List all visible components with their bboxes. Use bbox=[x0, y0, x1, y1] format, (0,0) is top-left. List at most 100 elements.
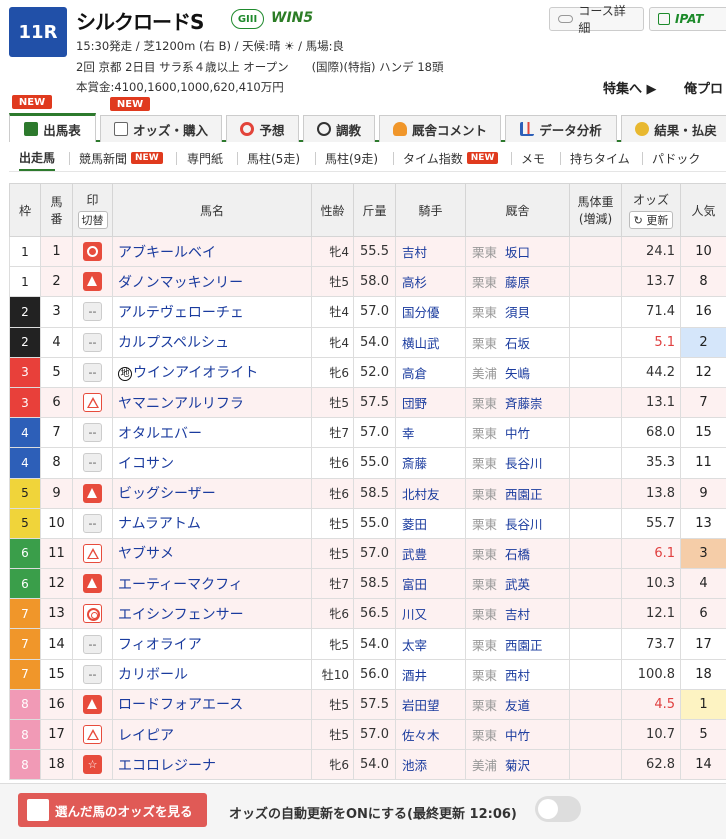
mark-cell[interactable] bbox=[72, 537, 113, 570]
horse-name-link[interactable]: オタルエバー bbox=[112, 417, 312, 449]
trainer-name[interactable]: 長谷川 bbox=[505, 456, 543, 471]
prediction-mark-icon[interactable] bbox=[83, 393, 102, 413]
horse-name-link[interactable]: ビッグシーザー bbox=[112, 477, 312, 509]
tab-data-bunseki[interactable]: データ分析 bbox=[505, 115, 617, 142]
mark-cell[interactable]: -- bbox=[72, 417, 113, 449]
mark-cell[interactable] bbox=[72, 688, 113, 721]
odds-cell[interactable]: 71.4 bbox=[621, 296, 681, 328]
odds-cell[interactable]: 10.3 bbox=[621, 568, 681, 600]
prediction-mark-icon[interactable] bbox=[83, 272, 102, 292]
prediction-mark-icon[interactable] bbox=[83, 694, 102, 714]
mark-cell[interactable] bbox=[72, 598, 113, 630]
trainer-cell[interactable]: 栗東 石坂 bbox=[465, 326, 570, 358]
subnav-bachu9[interactable]: 馬柱(9走) bbox=[325, 145, 378, 171]
tab-shutsuba[interactable]: 出馬表 bbox=[9, 113, 96, 142]
prediction-mark-icon[interactable]: -- bbox=[83, 423, 102, 443]
subnav-mochi-time[interactable]: 持ちタイム bbox=[570, 145, 630, 171]
prediction-mark-icon[interactable]: -- bbox=[83, 302, 102, 322]
jockey-link[interactable]: 高杉 bbox=[395, 266, 466, 298]
selected-odds-button[interactable]: 選んだ馬のオッズを見る bbox=[18, 793, 207, 827]
odds-cell[interactable]: 12.1 bbox=[621, 598, 681, 630]
odds-cell[interactable]: 100.8 bbox=[621, 658, 681, 690]
horse-name-link[interactable]: アルテヴェローチェ bbox=[112, 296, 312, 328]
tab-odds[interactable]: オッズ・購入 bbox=[100, 115, 222, 142]
trainer-name[interactable]: 武英 bbox=[505, 577, 530, 592]
trainer-cell[interactable]: 栗東 中竹 bbox=[465, 718, 570, 751]
prediction-mark-icon[interactable] bbox=[83, 483, 102, 503]
trainer-name[interactable]: 長谷川 bbox=[505, 517, 543, 532]
horse-name-link[interactable]: エーティーマクフィ bbox=[112, 568, 312, 600]
trainer-name[interactable]: 須貝 bbox=[505, 305, 530, 320]
tokushu-link[interactable]: 特集へ ▶ bbox=[603, 78, 657, 97]
mark-cell[interactable]: -- bbox=[72, 507, 113, 539]
jockey-link[interactable]: 北村友 bbox=[395, 477, 466, 509]
trainer-cell[interactable]: 栗東 西園正 bbox=[465, 628, 570, 660]
trainer-name[interactable]: 友道 bbox=[505, 698, 530, 713]
trainer-cell[interactable]: 栗東 長谷川 bbox=[465, 447, 570, 479]
odds-cell[interactable]: 5.1 bbox=[621, 326, 681, 358]
jockey-link[interactable]: 吉村 bbox=[395, 235, 466, 268]
jockey-link[interactable]: 斎藤 bbox=[395, 447, 466, 479]
prediction-mark-icon[interactable]: -- bbox=[83, 453, 102, 473]
trainer-cell[interactable]: 栗東 藤原 bbox=[465, 266, 570, 298]
trainer-name[interactable]: 坂口 bbox=[505, 245, 530, 260]
prediction-mark-icon[interactable]: -- bbox=[83, 513, 102, 533]
horse-name-link[interactable]: エコロレジーナ bbox=[112, 749, 312, 781]
mark-cell[interactable] bbox=[72, 718, 113, 751]
prediction-mark-icon[interactable]: ☆ bbox=[83, 755, 102, 775]
odds-cell[interactable]: 13.1 bbox=[621, 386, 681, 419]
prediction-mark-icon[interactable]: -- bbox=[83, 634, 102, 654]
jockey-link[interactable]: 池添 bbox=[395, 749, 466, 781]
jockey-link[interactable]: 酒井 bbox=[395, 658, 466, 690]
trainer-cell[interactable]: 栗東 武英 bbox=[465, 568, 570, 600]
horse-name-link[interactable]: カリボール bbox=[112, 658, 312, 690]
prediction-mark-icon[interactable] bbox=[83, 725, 102, 745]
subnav-time-shisu[interactable]: タイム指数 NEW bbox=[403, 145, 499, 171]
mark-cell[interactable]: -- bbox=[72, 296, 113, 328]
mark-cell[interactable] bbox=[72, 386, 113, 419]
odds-cell[interactable]: 62.8 bbox=[621, 749, 681, 781]
trainer-cell[interactable]: 栗東 長谷川 bbox=[465, 507, 570, 539]
odds-cell[interactable]: 68.0 bbox=[621, 417, 681, 449]
trainer-cell[interactable]: 栗東 中竹 bbox=[465, 417, 570, 449]
trainer-name[interactable]: 菊沢 bbox=[505, 758, 530, 773]
mark-cell[interactable]: -- bbox=[72, 658, 113, 690]
mark-cell[interactable] bbox=[72, 266, 113, 298]
trainer-cell[interactable]: 栗東 吉村 bbox=[465, 598, 570, 630]
tab-kekka[interactable]: 結果・払戻 bbox=[621, 115, 726, 142]
jockey-link[interactable]: 高倉 bbox=[395, 356, 466, 388]
trainer-name[interactable]: 西村 bbox=[505, 668, 530, 683]
jockey-link[interactable]: 太宰 bbox=[395, 628, 466, 660]
subnav-bachu5[interactable]: 馬柱(5走) bbox=[247, 145, 300, 171]
mark-cell[interactable]: -- bbox=[72, 447, 113, 479]
trainer-name[interactable]: 藤原 bbox=[505, 275, 530, 290]
odds-update-button[interactable]: ↻ 更新 bbox=[628, 211, 674, 229]
horse-name-link[interactable]: ロードフォアエース bbox=[112, 688, 312, 721]
jockey-link[interactable]: 団野 bbox=[395, 386, 466, 419]
mark-cell[interactable] bbox=[72, 568, 113, 600]
odds-cell[interactable]: 10.7 bbox=[621, 718, 681, 751]
prediction-mark-icon[interactable]: -- bbox=[83, 332, 102, 352]
odds-cell[interactable]: 6.1 bbox=[621, 537, 681, 570]
subnav-paddock[interactable]: パドック bbox=[652, 145, 700, 171]
jockey-link[interactable]: 武豊 bbox=[395, 537, 466, 570]
trainer-cell[interactable]: 栗東 斉藤崇 bbox=[465, 386, 570, 419]
prediction-mark-icon[interactable]: -- bbox=[83, 362, 102, 382]
subnav-memo[interactable]: メモ bbox=[521, 145, 545, 171]
prediction-mark-icon[interactable] bbox=[83, 242, 102, 262]
jockey-link[interactable]: 富田 bbox=[395, 568, 466, 600]
mark-cell[interactable]: -- bbox=[72, 628, 113, 660]
trainer-name[interactable]: 西園正 bbox=[505, 638, 543, 653]
mark-cell[interactable] bbox=[72, 477, 113, 509]
trainer-cell[interactable]: 美浦 矢嶋 bbox=[465, 356, 570, 388]
trainer-cell[interactable]: 栗東 坂口 bbox=[465, 235, 570, 268]
trainer-cell[interactable]: 栗東 西村 bbox=[465, 658, 570, 690]
odds-cell[interactable]: 24.1 bbox=[621, 235, 681, 268]
trainer-name[interactable]: 石坂 bbox=[505, 336, 530, 351]
horse-name-link[interactable]: ナムラアトム bbox=[112, 507, 312, 539]
tab-chokyo[interactable]: 調教 bbox=[303, 115, 375, 142]
mark-cell[interactable]: -- bbox=[72, 326, 113, 358]
mark-cell[interactable]: -- bbox=[72, 356, 113, 388]
odds-cell[interactable]: 13.8 bbox=[621, 477, 681, 509]
horse-name-link[interactable]: フィオライア bbox=[112, 628, 312, 660]
